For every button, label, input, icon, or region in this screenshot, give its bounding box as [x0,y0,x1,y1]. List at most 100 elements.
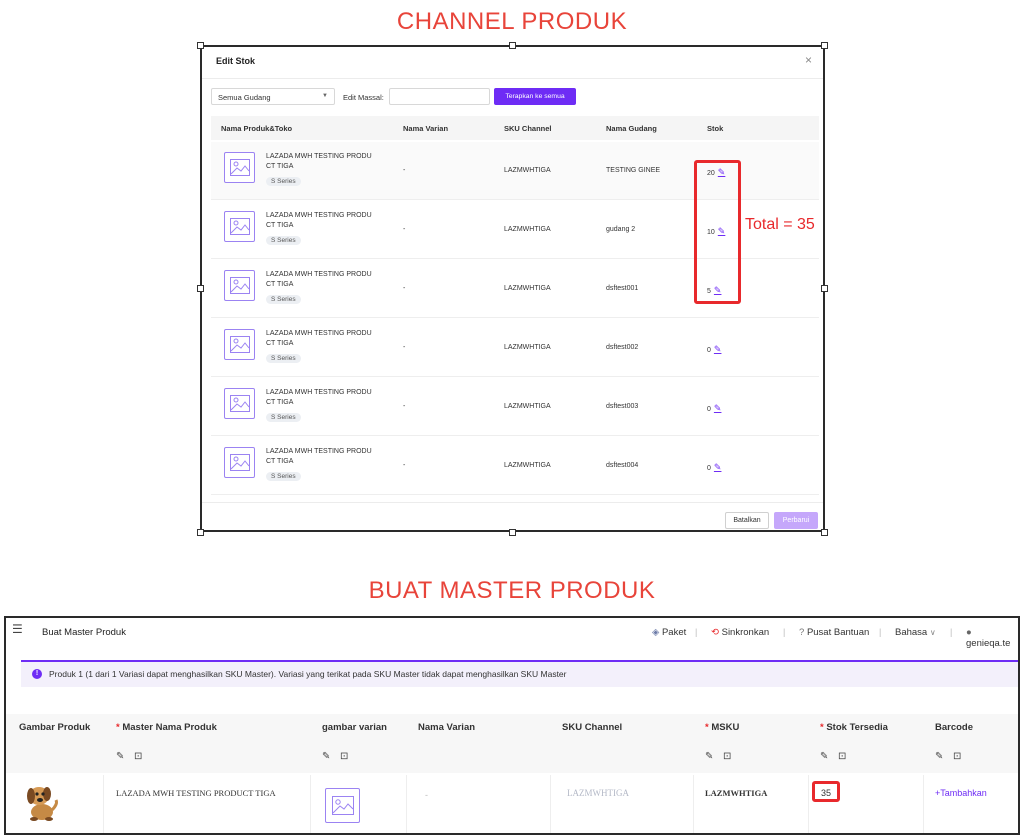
variant-cell: - [403,285,406,292]
user-icon: ● [966,627,972,638]
series-tag: S Series [266,236,301,245]
sku-cell: LAZMWHTIGA [504,167,551,174]
variant-cell: - [403,167,406,174]
info-icon: ! [32,669,42,679]
chevron-down-icon: ∨ [929,628,936,637]
user-menu[interactable]: ● genieqa.te [966,627,1018,649]
trash-icon[interactable]: ⊡ [340,751,348,762]
table-row: LAZADA MWH TESTING PRODU CT TIGA S Series… [211,437,819,495]
variant-name-cell: - [425,790,428,800]
variant-cell: - [403,403,406,410]
stock-cell: 0 ✎ [707,462,722,472]
edit-pencil-icon[interactable]: ✎ [714,403,722,413]
stock-highlight-box [694,160,741,304]
col-msku: * MSKU [705,722,740,733]
product-image-placeholder [224,329,255,360]
paket-link[interactable]: ◈ Paket [652,627,686,638]
warehouse-cell: dsftest001 [606,285,639,292]
product-name: LAZADA MWH TESTING PRODU CT TIGA [266,330,372,347]
diamond-icon: ◈ [652,627,660,638]
add-barcode-link[interactable]: +Tambahkan [935,788,987,798]
master-product-name[interactable]: LAZADA MWH TESTING PRODUCT TIGA [116,788,276,798]
col-variant-image: gambar varian [322,722,387,733]
edit-pencil-icon[interactable]: ✎ [714,462,722,472]
product-name: LAZADA MWH TESTING PRODU CT TIGA [266,153,372,170]
language-dropdown[interactable]: Bahasa ∨ [895,627,936,638]
info-banner: ! Produk 1 (1 dari 1 Variasi dapat mengh… [21,660,1018,687]
warehouse-cell: dsftest004 [606,462,639,469]
col-product-image: Gambar Produk [19,722,91,733]
col-product-store: Nama Produk&Toko [221,124,293,133]
resize-handle[interactable] [821,529,828,536]
warehouse-cell: dsftest002 [606,344,639,351]
hamburger-menu-icon[interactable]: ☰ [12,623,23,635]
apply-all-button[interactable]: Terapkan ke semua [494,88,576,105]
warehouse-cell: gudang 2 [606,226,636,233]
variant-cell: - [403,462,406,469]
warehouse-select[interactable]: Semua Gudang ▼ [211,88,335,105]
series-tag: S Series [266,413,301,422]
resize-handle[interactable] [197,42,204,49]
edit-pencil-icon[interactable]: ✎ [322,751,330,762]
product-image-placeholder [224,388,255,419]
resize-handle[interactable] [509,42,516,49]
sku-cell: LAZMWHTIGA [504,344,551,351]
resize-handle[interactable] [197,285,204,292]
col-stock-available: * Stok Tersedia [820,722,888,733]
sku-cell: LAZMWHTIGA [504,403,551,410]
variant-image-placeholder[interactable] [325,788,360,823]
msku-cell[interactable]: LAZMWHTIGA [705,788,767,798]
trash-icon[interactable]: ⊡ [723,751,731,762]
edit-pencil-icon[interactable]: ✎ [935,751,943,762]
col-stock: Stok [707,124,724,133]
bulk-edit-label: Edit Massal: [343,93,384,102]
edit-pencil-icon[interactable]: ✎ [820,751,828,762]
resize-handle[interactable] [821,42,828,49]
cancel-button[interactable]: Batalkan [725,512,769,529]
table-header: Nama Produk&Toko Nama Varian SKU Channel… [211,116,819,140]
trash-icon[interactable]: ⊡ [838,751,846,762]
help-center-link[interactable]: ? Pusat Bantuan [799,627,869,638]
series-tag: S Series [266,472,301,481]
series-tag: S Series [266,354,301,363]
variant-cell: - [403,344,406,351]
trash-icon[interactable]: ⊡ [953,751,961,762]
col-master-name: * Master Nama Produk [116,722,217,733]
product-image-placeholder [224,270,255,301]
trash-icon[interactable]: ⊡ [134,751,142,762]
page-title: Buat Master Produk [42,627,126,638]
bulk-edit-input[interactable] [389,88,490,105]
warehouse-cell: dsftest003 [606,403,639,410]
table-row: LAZADA MWH TESTING PRODU CT TIGA S Series… [211,319,819,377]
product-image-placeholder [224,211,255,242]
product-name: LAZADA MWH TESTING PRODU CT TIGA [266,448,372,465]
stock-highlight-box [812,781,840,802]
col-sku-channel: SKU Channel [562,722,623,733]
col-variant-name: Nama Varian [418,722,476,733]
buat-master-produk-heading: BUAT MASTER PRODUK [368,577,656,604]
resize-handle[interactable] [197,529,204,536]
product-name: LAZADA MWH TESTING PRODU CT TIGA [266,271,372,288]
sync-icon: ⟲ [711,627,719,638]
resize-handle[interactable] [509,529,516,536]
resize-handle[interactable] [821,285,828,292]
sync-link[interactable]: ⟲ Sinkronkan [711,627,769,638]
total-annotation: Total = 35 [745,216,815,233]
modal-title: Edit Stok [216,56,256,66]
col-barcode: Barcode [935,722,974,733]
edit-pencil-icon[interactable]: ✎ [116,751,124,762]
master-product-page: ☰ Buat Master Produk ◈ Paket | ⟲ Sinkron… [4,616,1020,835]
product-image-placeholder [224,447,255,478]
product-image-placeholder [224,152,255,183]
update-button[interactable]: Perbarui [774,512,818,529]
variant-cell: - [403,226,406,233]
edit-pencil-icon[interactable]: ✎ [705,751,713,762]
warehouse-cell: TESTING GINEE [606,167,661,174]
question-icon: ? [799,627,805,638]
sku-cell: LAZMWHTIGA [504,462,551,469]
sku-channel-cell: LAZMWHTIGA [567,788,629,798]
edit-pencil-icon[interactable]: ✎ [714,344,722,354]
channel-produk-heading: CHANNEL PRODUK [396,8,628,35]
close-icon[interactable]: × [805,53,812,67]
product-name: LAZADA MWH TESTING PRODU CT TIGA [266,389,372,406]
